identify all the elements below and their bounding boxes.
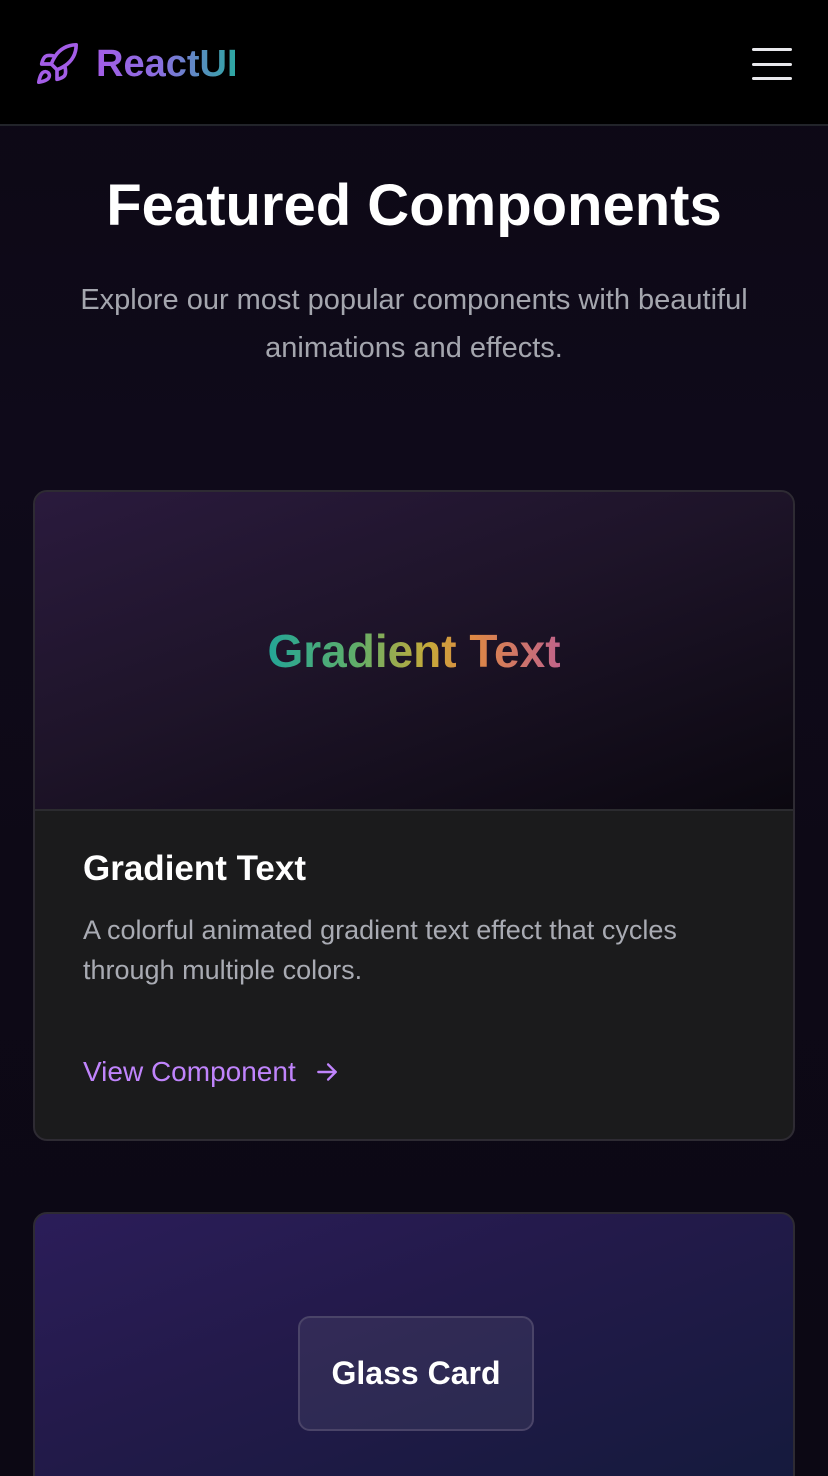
arrow-right-icon [316,1063,337,1081]
page-title: Featured Components [106,173,722,238]
card-body: Gradient Text A colorful animated gradie… [83,847,743,990]
component-card-glass-card: Glass Card [33,1212,795,1476]
view-component-link[interactable]: View Component [83,1054,340,1090]
card-preview: Gradient Text [35,492,793,811]
glass-card-demo: Glass Card [298,1316,534,1431]
gradient-text-demo: Gradient Text [267,624,561,677]
top-nav-bar: ReactUI [0,0,828,126]
hamburger-menu-icon[interactable] [750,46,794,82]
brand-logo[interactable]: ReactUI [34,40,238,88]
card-description: A colorful animated gradient text effect… [83,915,677,985]
rocket-icon [36,43,78,85]
page-subtitle: Explore our most popular components with… [80,284,748,364]
brand-name: ReactUI [96,40,238,88]
component-card-gradient-text: Gradient Text Gradient Text A colorful a… [33,490,795,1141]
menu-bar-line [752,48,792,51]
view-component-label: View Component [83,1056,296,1087]
card-title: Gradient Text [83,849,307,888]
menu-bar-line [752,62,792,66]
menu-bar-line [752,77,792,80]
